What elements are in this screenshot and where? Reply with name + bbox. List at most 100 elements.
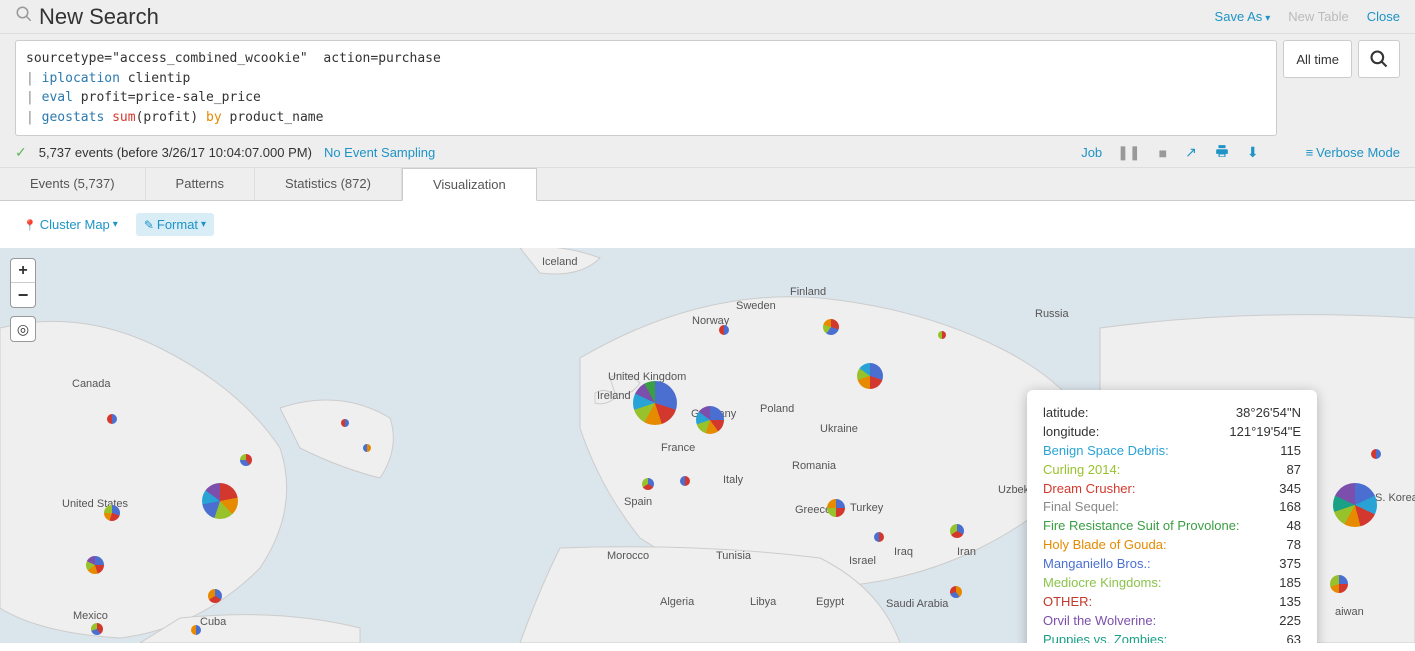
zoom-in-button[interactable]: + — [11, 259, 35, 283]
tooltip-value: 225 — [1279, 613, 1301, 630]
map-pie-marker[interactable] — [341, 419, 349, 427]
tooltip-label: latitude: — [1043, 405, 1089, 422]
tooltip-value: 121°19'54"E — [1229, 424, 1301, 441]
tooltip-label: Manganiello Bros.: — [1043, 556, 1151, 573]
event-count-text: 5,737 events (before 3/26/17 10:04:07.00… — [39, 145, 312, 160]
tab-patterns[interactable]: Patterns — [146, 168, 255, 200]
map-pie-marker[interactable] — [719, 325, 729, 335]
viz-toolbar: Cluster Map▾ Format▾ — [0, 201, 1415, 248]
map-tooltip: latitude: 38°26'54"N longitude: 121°19'54"E… — [1027, 390, 1317, 643]
pencil-icon — [144, 217, 154, 232]
tooltip-label: Dream Crusher: — [1043, 481, 1135, 498]
tooltip-value: 168 — [1279, 499, 1301, 516]
pause-icon[interactable]: ❚❚ — [1114, 144, 1143, 161]
tooltip-label: Curling 2014: — [1043, 462, 1120, 479]
search-input[interactable]: sourcetype="access_combined_wcookie" act… — [15, 40, 1277, 136]
map-pie-marker[interactable] — [696, 406, 724, 434]
tooltip-row: Fire Resistance Suit of Provolone:48 — [1043, 517, 1301, 536]
event-sampling-dropdown[interactable]: No Event Sampling — [324, 145, 435, 160]
tooltip-value: 78 — [1287, 537, 1301, 554]
search-mode-dropdown[interactable]: Verbose Mode — [1306, 145, 1400, 160]
tooltip-row: Curling 2014: 87 — [1043, 461, 1301, 480]
map-pie-marker[interactable] — [86, 556, 104, 574]
tooltip-value: 87 — [1287, 462, 1301, 479]
map-controls: + − ◎ — [10, 258, 36, 342]
search-row: sourcetype="access_combined_wcookie" act… — [0, 34, 1415, 136]
download-icon[interactable]: ⬇ — [1244, 144, 1262, 161]
tooltip-label: Orvil the Wolverine: — [1043, 613, 1156, 630]
tooltip-label: Final Sequel: — [1043, 499, 1119, 516]
tooltip-value: 135 — [1279, 594, 1301, 611]
stop-icon[interactable]: ■ — [1156, 145, 1170, 161]
share-icon[interactable]: ↗ — [1182, 144, 1200, 161]
map-pie-marker[interactable] — [91, 623, 103, 635]
zoom-out-button[interactable]: − — [11, 283, 35, 307]
tooltip-value: 115 — [1280, 443, 1301, 460]
map-pie-marker[interactable] — [1371, 449, 1381, 459]
tooltip-label: longitude: — [1043, 424, 1099, 441]
close-link[interactable]: Close — [1367, 9, 1400, 24]
tooltip-value: 185 — [1279, 575, 1301, 592]
time-range-picker[interactable]: All time — [1283, 40, 1352, 78]
tab-visualization[interactable]: Visualization — [402, 168, 537, 201]
map-visualization[interactable]: + − ◎ IcelandCanadaUnited StatesMexicoCu… — [0, 248, 1415, 643]
tooltip-label: Holy Blade of Gouda: — [1043, 537, 1167, 554]
map-pie-marker[interactable] — [950, 524, 964, 538]
tooltip-row: longitude: 121°19'54"E — [1043, 423, 1301, 442]
map-pie-marker[interactable] — [642, 478, 654, 490]
tooltip-label: Benign Space Debris: — [1043, 443, 1169, 460]
tooltip-row: Orvil the Wolverine: 225 — [1043, 612, 1301, 631]
tooltip-row: Mediocre Kingdoms: 185 — [1043, 574, 1301, 593]
tab-events[interactable]: Events (5,737) — [0, 168, 146, 200]
map-pie-marker[interactable] — [680, 476, 690, 486]
search-title-icon — [15, 5, 33, 28]
map-pie-marker[interactable] — [827, 499, 845, 517]
result-tabs: Events (5,737) Patterns Statistics (872)… — [0, 167, 1415, 201]
map-pie-marker[interactable] — [874, 532, 884, 542]
tooltip-row: Benign Space Debris: 115 — [1043, 442, 1301, 461]
tooltip-row: Holy Blade of Gouda: 78 — [1043, 536, 1301, 555]
page-title: New Search — [39, 4, 159, 30]
tooltip-label: Mediocre Kingdoms: — [1043, 575, 1162, 592]
map-pie-marker[interactable] — [950, 586, 962, 598]
map-pie-marker[interactable] — [363, 444, 371, 452]
map-pie-marker[interactable] — [107, 414, 117, 424]
map-pie-marker[interactable] — [240, 454, 252, 466]
map-pie-marker[interactable] — [1333, 483, 1377, 527]
tooltip-row: latitude: 38°26'54"N — [1043, 404, 1301, 423]
map-pie-marker[interactable] — [1330, 575, 1348, 593]
map-pie-marker[interactable] — [823, 319, 839, 335]
results-info-row: ✓ 5,737 events (before 3/26/17 10:04:07.… — [0, 136, 1415, 167]
new-table-link: New Table — [1288, 9, 1348, 24]
check-icon: ✓ — [15, 144, 27, 161]
tooltip-value: 38°26'54"N — [1236, 405, 1301, 422]
viz-type-dropdown[interactable]: Cluster Map▾ — [15, 213, 126, 236]
job-dropdown[interactable]: Job — [1081, 145, 1102, 160]
tooltip-label: Fire Resistance Suit of Provolone: — [1043, 518, 1240, 535]
map-pie-marker[interactable] — [208, 589, 222, 603]
map-pie-marker[interactable] — [633, 381, 677, 425]
save-as-dropdown[interactable]: Save As — [1215, 9, 1271, 24]
tooltip-row: Dream Crusher: 345 — [1043, 480, 1301, 499]
tooltip-label: OTHER: — [1043, 594, 1092, 611]
header: New Search Save As New Table Close — [0, 0, 1415, 34]
map-pie-marker[interactable] — [938, 331, 946, 339]
tab-statistics[interactable]: Statistics (872) — [255, 168, 402, 200]
map-pie-marker[interactable] — [104, 505, 120, 521]
tooltip-row: Puppies vs. Zombies: 63 — [1043, 631, 1301, 643]
tooltip-row: Final Sequel: 168 — [1043, 498, 1301, 517]
pin-icon — [23, 217, 37, 232]
tooltip-row: Manganiello Bros.: 375 — [1043, 555, 1301, 574]
tooltip-value: 63 — [1287, 632, 1301, 643]
search-button[interactable] — [1358, 40, 1400, 78]
tooltip-value: 375 — [1279, 556, 1301, 573]
tooltip-value: 345 — [1279, 481, 1301, 498]
map-pie-marker[interactable] — [857, 363, 883, 389]
map-pie-marker[interactable] — [202, 483, 238, 519]
format-dropdown[interactable]: Format▾ — [136, 213, 214, 236]
tooltip-row: OTHER: 135 — [1043, 593, 1301, 612]
locate-button[interactable]: ◎ — [10, 316, 36, 342]
print-icon[interactable] — [1212, 144, 1232, 161]
map-pie-marker[interactable] — [191, 625, 201, 635]
tooltip-label: Puppies vs. Zombies: — [1043, 632, 1167, 643]
